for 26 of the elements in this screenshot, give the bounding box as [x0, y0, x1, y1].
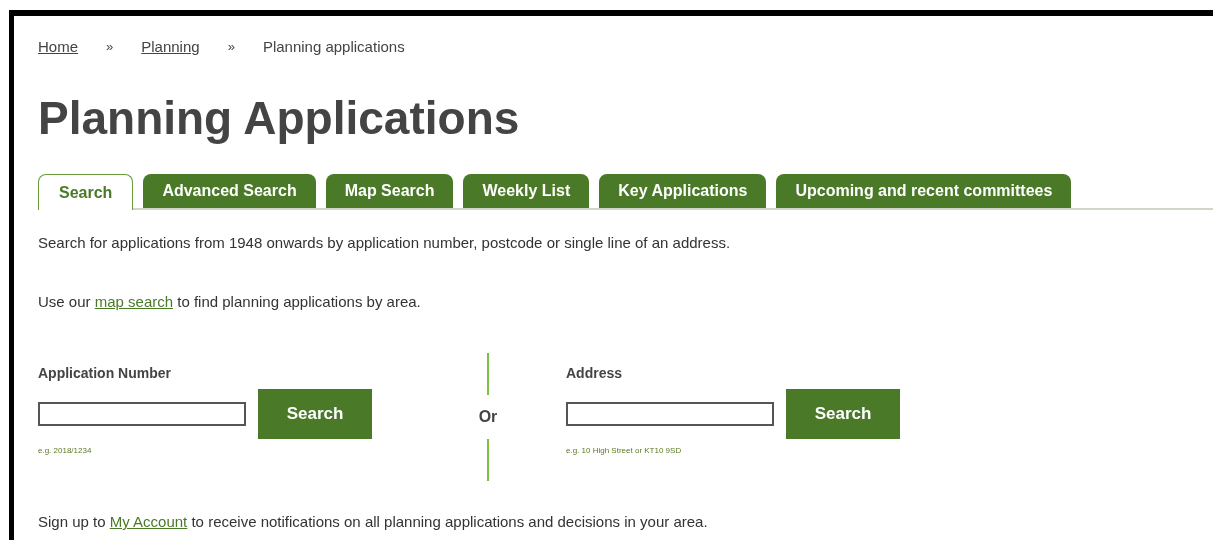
field-label: Address	[566, 364, 624, 383]
hint-text: e.g. 10 High Street or KT10 9SD	[566, 445, 682, 457]
intro-text: Search for applications from 1948 onwards by application number, postcode or single line of an address.	[38, 233, 732, 253]
tab[interactable]: Weekly List	[463, 174, 590, 208]
search-field[interactable]	[566, 402, 774, 426]
tab[interactable]: Map Search	[325, 174, 454, 208]
text-link[interactable]: My Account	[109, 513, 188, 530]
breadcrumb-separator: »	[106, 38, 114, 57]
page-title: Planning Applications	[38, 91, 521, 146]
tab[interactable]: Search	[38, 174, 134, 210]
breadcrumb-link[interactable]: Planning	[141, 35, 200, 59]
tab[interactable]: Upcoming and recent committees	[776, 174, 1072, 208]
breadcrumb-current: Planning applications	[262, 36, 405, 57]
or-separator: Or	[478, 407, 498, 427]
search-button[interactable]: Search	[786, 389, 900, 439]
search-field[interactable]	[38, 402, 246, 426]
text-link[interactable]: map search	[94, 292, 174, 310]
search-button[interactable]: Search	[258, 389, 372, 439]
hint-text: e.g. 2018/1234	[38, 445, 92, 457]
breadcrumb-separator: »	[227, 38, 235, 57]
signup-text: Sign up to My Account to receive notifications on all planning applications and decisions in your area.	[38, 512, 709, 532]
tab[interactable]: Advanced Search	[143, 174, 316, 208]
breadcrumb-link[interactable]: Home	[38, 35, 78, 59]
tab[interactable]: Key Applications	[599, 174, 767, 208]
map-search-note: Use our map search to find planning applications by area.	[38, 291, 422, 312]
field-label: Application Number	[38, 364, 172, 383]
